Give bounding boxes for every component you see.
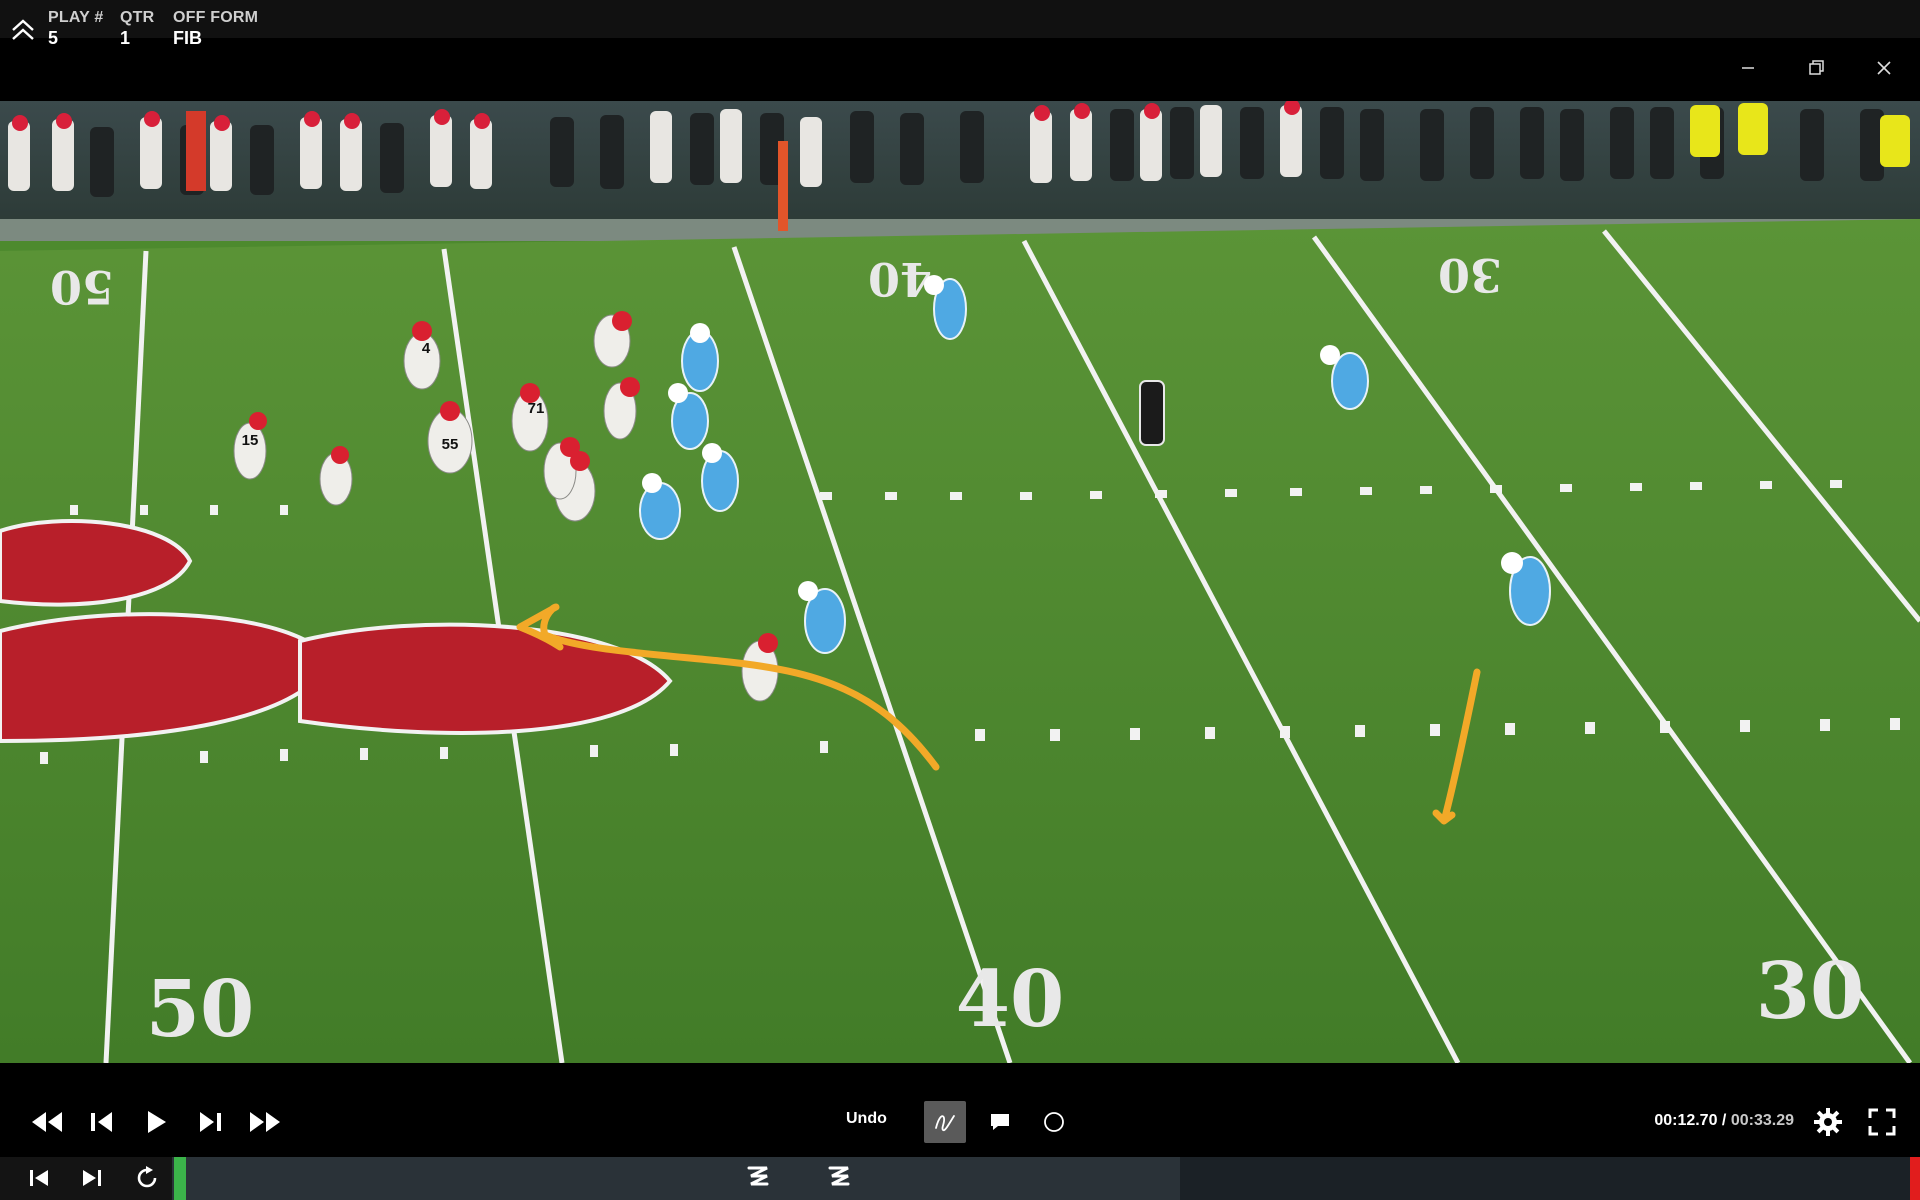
rewind-icon[interactable] xyxy=(27,1104,67,1140)
timeline-progress[interactable] xyxy=(174,1157,186,1200)
close-icon[interactable] xyxy=(1866,54,1902,82)
play-number-label: PLAY # xyxy=(48,9,104,26)
far-yard-number: 30 xyxy=(1438,248,1502,302)
timeline-end-marker xyxy=(1910,1157,1920,1200)
time-separator: / xyxy=(1717,1112,1731,1129)
minimize-icon[interactable] xyxy=(1730,54,1766,82)
football-field-scene: 50 40 30 50 40 30 4 71 55 15 xyxy=(0,101,1920,1063)
play-number-block: PLAY # 5 xyxy=(48,9,103,49)
jersey-number: 55 xyxy=(442,436,459,453)
replay-icon[interactable] xyxy=(132,1164,162,1192)
draw-icon[interactable] xyxy=(924,1101,966,1143)
video-frame[interactable]: 50 40 30 50 40 30 4 71 55 15 xyxy=(0,101,1920,1063)
step-forward-icon[interactable] xyxy=(191,1104,231,1140)
near-yard-number: 30 xyxy=(1756,946,1865,1037)
collapse-chevron-icon[interactable] xyxy=(10,18,36,42)
quarter-label: QTR xyxy=(120,9,155,26)
top-info-bar xyxy=(0,0,1920,38)
step-back-icon[interactable] xyxy=(81,1104,121,1140)
jersey-number: 15 xyxy=(242,432,259,449)
offense-formation-label: OFF FORM xyxy=(173,9,259,26)
circle-icon[interactable] xyxy=(1033,1101,1075,1143)
fullscreen-icon[interactable] xyxy=(1862,1104,1902,1140)
total-time: 00:33.29 xyxy=(1730,1112,1794,1129)
quarter-block: QTR 1 xyxy=(120,9,154,49)
jersey-number: 71 xyxy=(528,400,545,417)
timeline-remaining-area xyxy=(1180,1157,1910,1200)
clip-marker-icon[interactable] xyxy=(745,1162,773,1194)
skip-start-icon[interactable] xyxy=(24,1164,54,1192)
undo-button[interactable]: Undo xyxy=(846,1110,887,1128)
near-yard-number: 40 xyxy=(956,954,1065,1045)
timeline-track[interactable] xyxy=(172,1157,1180,1200)
quarter-value: 1 xyxy=(120,28,131,48)
near-yard-number: 50 xyxy=(146,964,255,1055)
fast-forward-icon[interactable] xyxy=(245,1104,285,1140)
offense-formation-block: OFF FORM FIB xyxy=(173,9,258,49)
clip-marker-icon[interactable] xyxy=(826,1162,854,1194)
time-display: 00:12.70 / 00:33.29 xyxy=(1620,1112,1794,1130)
jersey-number: 4 xyxy=(422,340,431,357)
far-yard-number: 50 xyxy=(50,260,114,314)
restore-icon[interactable] xyxy=(1798,54,1834,82)
play-icon[interactable] xyxy=(136,1104,176,1140)
far-yard-number: 40 xyxy=(868,252,932,306)
current-time: 00:12.70 xyxy=(1654,1112,1718,1129)
offense-formation-value: FIB xyxy=(173,28,202,48)
play-number-value: 5 xyxy=(48,28,59,48)
referee xyxy=(1139,380,1165,446)
gear-icon[interactable] xyxy=(1808,1104,1848,1140)
skip-end-icon[interactable] xyxy=(77,1164,107,1192)
comment-icon[interactable] xyxy=(979,1101,1021,1143)
